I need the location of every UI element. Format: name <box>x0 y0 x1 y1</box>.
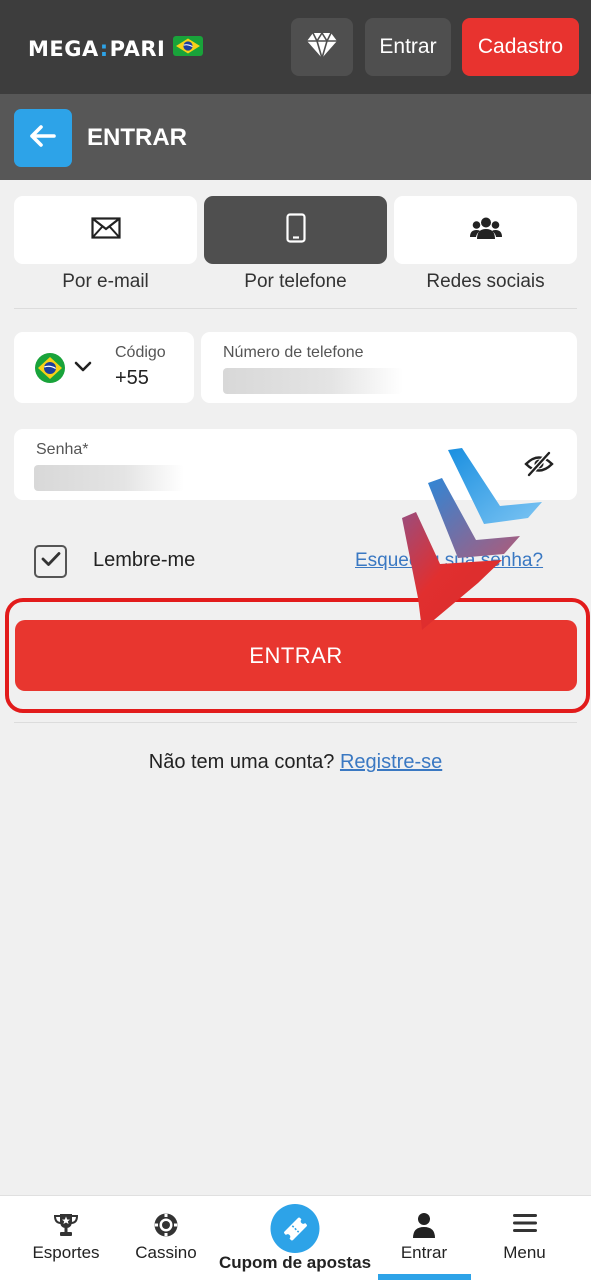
no-account-prompt: Não tem uma conta? Registre-se <box>0 751 591 774</box>
nav-menu-label: Menu <box>503 1243 546 1262</box>
phone-number-field[interactable]: Número de telefone <box>201 332 577 403</box>
phone-number-value-redacted <box>223 368 403 394</box>
arrow-left-icon <box>30 124 56 152</box>
envelope-icon <box>90 216 121 244</box>
password-label: Senha* <box>36 441 89 458</box>
page-title: ENTRAR <box>87 124 187 151</box>
checkmark-icon <box>41 551 61 572</box>
nav-casino[interactable]: Cassino <box>118 1196 214 1280</box>
password-field[interactable]: Senha* <box>14 429 577 500</box>
divider <box>14 722 577 723</box>
brazil-flag-icon <box>173 36 204 61</box>
users-icon <box>469 216 502 245</box>
country-code-label: Código <box>115 344 166 361</box>
nav-menu[interactable]: Menu <box>472 1196 577 1280</box>
nav-bet-slip[interactable]: Cupom de apostas <box>214 1196 376 1280</box>
remember-me-checkbox[interactable] <box>34 545 67 578</box>
phone-icon <box>285 212 306 248</box>
hamburger-menu-icon <box>512 1212 538 1239</box>
tab-social-label: Redes sociais <box>426 271 545 292</box>
back-button[interactable] <box>14 109 72 167</box>
brazil-flag-icon <box>35 353 65 388</box>
tab-social[interactable] <box>394 196 577 264</box>
no-account-text: Não tem uma conta? <box>148 751 335 773</box>
megapari-logo[interactable]: MEGA: PARI <box>28 36 204 61</box>
chevron-down-icon <box>74 360 92 378</box>
nav-login[interactable]: Entrar <box>376 1196 472 1280</box>
nav-casino-label: Cassino <box>135 1243 197 1262</box>
remember-me-label: Lembre-me <box>93 549 196 571</box>
nav-sports[interactable]: Esportes <box>14 1196 118 1280</box>
country-code-select[interactable]: Código +55 <box>14 332 194 403</box>
bottom-navigation: Esportes Cassino Cupom de apostas Entrar… <box>0 1195 591 1280</box>
logo-colon: : <box>99 36 109 61</box>
register-button-top[interactable]: Cadastro <box>462 18 579 76</box>
country-code-value: +55 <box>115 367 149 389</box>
casino-chip-icon <box>153 1212 179 1243</box>
nav-sports-label: Esportes <box>32 1243 100 1262</box>
top-bar: MEGA: PARI Entrar Cadastro <box>0 0 591 94</box>
diamond-icon <box>306 30 338 64</box>
login-button-top[interactable]: Entrar <box>365 18 451 76</box>
login-submit-button[interactable]: ENTRAR <box>15 620 577 691</box>
trophy-icon <box>53 1212 79 1243</box>
tab-phone-label: Por telefone <box>244 271 347 292</box>
tab-email-label: Por e-mail <box>62 271 149 292</box>
logo-text-mega: MEGA <box>28 36 99 61</box>
nav-bet-slip-label: Cupom de apostas <box>218 1253 372 1272</box>
register-link[interactable]: Registre-se <box>340 751 442 773</box>
nav-active-indicator <box>378 1274 471 1280</box>
user-icon <box>411 1212 437 1243</box>
forgot-password-link[interactable]: Esqueceu sua senha? <box>355 550 543 572</box>
password-value-redacted <box>34 465 184 491</box>
tab-phone[interactable] <box>204 196 387 264</box>
page-header: ENTRAR <box>0 94 591 180</box>
eye-slash-icon[interactable] <box>524 451 554 482</box>
divider <box>14 308 577 309</box>
phone-number-label: Número de telefone <box>223 344 364 361</box>
nav-login-label: Entrar <box>400 1243 448 1262</box>
tab-email[interactable] <box>14 196 197 264</box>
ticket-icon <box>270 1204 320 1253</box>
vip-diamond-button[interactable] <box>291 18 353 76</box>
logo-text-pari: PARI <box>109 36 166 61</box>
